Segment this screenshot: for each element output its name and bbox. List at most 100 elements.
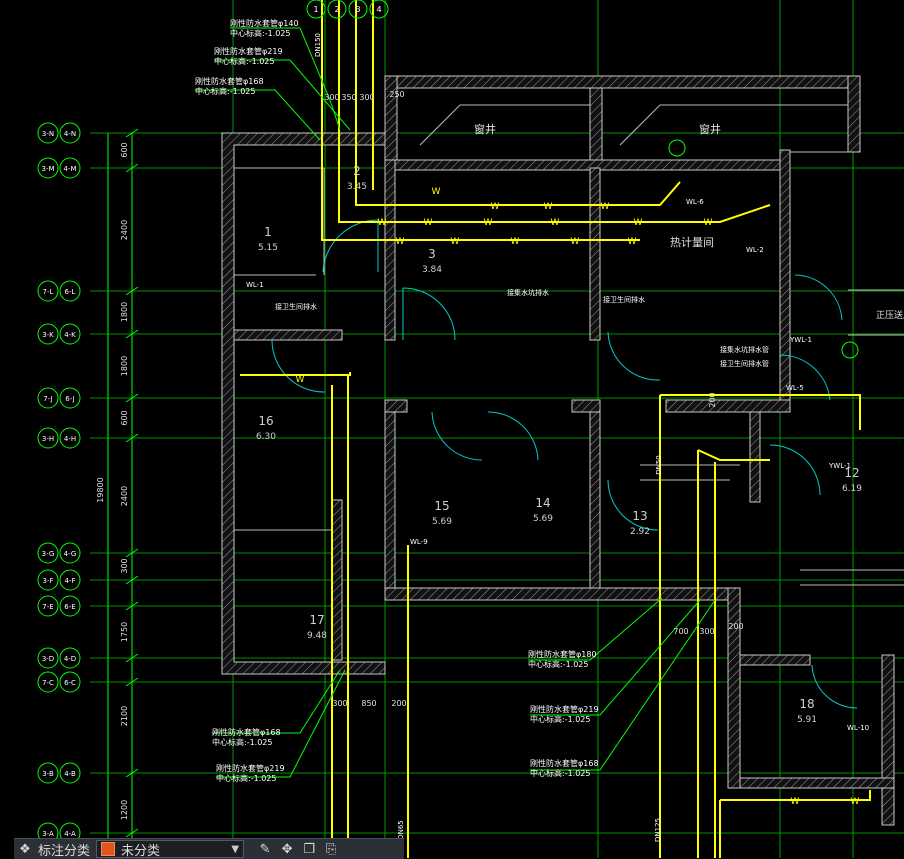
dim-text: 2400: [120, 486, 129, 506]
riser-tag-circle: [841, 341, 859, 359]
pipe-w-marker: W: [544, 202, 553, 212]
room-number: 18: [799, 697, 814, 711]
pipe-size: DN65: [397, 820, 405, 840]
axis-bubble-label: 3-B: [42, 770, 54, 778]
annotation-toolbar: ❖ 标注分类 未分类 ▼ ✎ ✥ ❐ ⎘: [14, 838, 404, 859]
axis-bubble-label: 4-K: [64, 331, 76, 339]
room-area: 3.45: [347, 182, 367, 192]
pipe-tag: YWL-1: [828, 462, 851, 470]
dim-text: 2100: [120, 706, 129, 726]
pipe-w-marker: W: [791, 797, 800, 807]
layers-icon[interactable]: ❖: [14, 839, 36, 859]
axis-bubble-label: 6-J: [65, 395, 74, 403]
category-select[interactable]: 未分类 ▼: [96, 840, 245, 859]
sleeve-note-elevation: 中心标高:-1.025: [530, 768, 590, 778]
axis-bubble-label: 6-E: [64, 603, 75, 611]
top-axis-label: 1: [313, 5, 318, 14]
sleeve-note-elevation: 中心标高:-1.025: [214, 56, 274, 66]
room-number: 2: [353, 164, 361, 178]
dim-text: 600: [120, 142, 129, 157]
sleeve-note-elevation: 中心标高:-1.025: [530, 714, 590, 724]
pipe-w-marker: W: [851, 797, 860, 807]
copy-icon[interactable]: ❐: [298, 839, 320, 859]
dim-text: 300: [120, 558, 129, 573]
room-area: 6.19: [842, 484, 862, 494]
pipe-w-marker: W: [601, 202, 610, 212]
sleeve-note: 刚性防水套管φ219: [214, 46, 283, 56]
room-number: 1: [264, 225, 272, 239]
dim-text: 200: [728, 622, 743, 631]
sleeve-note: 刚性防水套管φ168: [530, 758, 599, 768]
room-name: 热计量间: [670, 236, 714, 249]
room-number: 14: [535, 496, 550, 510]
pipe-tag: WL-9: [410, 538, 428, 546]
pipe-tag: WL-10: [847, 724, 869, 732]
room-area: 5.15: [258, 243, 278, 253]
pipe-w-marker: W: [296, 375, 305, 385]
cad-drawing[interactable]: 3-N 4-N 3-M 4-M 7-L 6-L 3-K 4-K 7-J 6-J 3-H 4-H 3-G 4…: [0, 0, 904, 858]
drawing-labels: 1 2 3 4 1 5.15 2 3.45 3 3.84 16 6.30 15 5.69 14 5.69 13 2…: [195, 0, 904, 842]
axis-bubble-label: 6-C: [64, 679, 76, 687]
dim-text: 350: [341, 93, 356, 102]
axis-bubble-label: 4-N: [64, 130, 76, 138]
sleeve-note-elevation: 中心标高:-1.025: [528, 659, 588, 669]
top-axis-label: 3: [355, 5, 360, 14]
pipe-tag: WL-6: [686, 198, 704, 206]
dim-total-text: 19800: [96, 477, 105, 502]
dim-text: 200: [391, 699, 406, 708]
axis-bubble-label: 7-J: [43, 395, 52, 403]
pipe-note: 接卫生间排水管: [720, 359, 769, 368]
pipe-w-marker: W: [571, 237, 580, 247]
room-area: 3.84: [422, 265, 442, 275]
pipe-tag: WL-5: [786, 384, 804, 392]
doors: [271, 219, 858, 709]
sleeve-note-elevation: 中心标高:-1.025: [216, 773, 276, 783]
pipe-note: 接卫生间排水: [603, 295, 645, 304]
dim-text: 300: [324, 93, 339, 102]
dim-text: 1200: [120, 800, 129, 820]
sleeve-note: 刚性防水套管φ180: [528, 649, 597, 659]
axis-bubble-label: 4-G: [64, 550, 77, 558]
move-icon[interactable]: ✥: [276, 839, 298, 859]
top-axis-label: 4: [376, 5, 381, 14]
pipe-w-marker: W: [634, 218, 643, 228]
pipe-tag: WL-1: [246, 281, 264, 289]
room-area: 6.30: [256, 432, 276, 442]
pipe-w-marker: W: [511, 237, 520, 247]
dim-text: 200: [708, 392, 717, 407]
pipe-w-marker: W: [432, 187, 441, 197]
top-axis-label: 2: [334, 5, 339, 14]
chevron-down-icon: ▼: [231, 843, 240, 855]
sleeve-note-elevation: 中心标高:-1.025: [212, 737, 272, 747]
dim-text: 2400: [120, 220, 129, 240]
pipe-size: DN125: [654, 818, 662, 842]
axis-bubbles: 3-N 4-N 3-M 4-M 7-L 6-L 3-K 4-K 7-J 6-J 3-H 4-H 3-G 4…: [37, 122, 81, 844]
pipe-w-marker: W: [491, 202, 500, 212]
sleeve-note: 刚性防水套管φ168: [212, 727, 281, 737]
room-number: 15: [434, 499, 449, 513]
pipe-tag: WL-2: [746, 246, 764, 254]
room-number: 3: [428, 247, 436, 261]
room-name: 正压送风: [876, 309, 904, 321]
dim-text: 250: [389, 90, 404, 99]
axis-bubble-label: 7-E: [42, 603, 53, 611]
pipe-note: 接卫生间排水: [275, 302, 317, 311]
pipe-note: 接集水坑排水管: [720, 345, 769, 354]
pipe-w-marker: W: [628, 237, 637, 247]
dim-text: 600: [120, 410, 129, 425]
room-area: 2.92: [630, 527, 650, 537]
room-name: 窗井: [699, 122, 721, 136]
pipe-w-marker: W: [451, 237, 460, 247]
axis-bubble-label: 4-M: [63, 165, 76, 173]
sleeve-note: 刚性防水套管φ140: [230, 18, 299, 28]
pipes: [240, 0, 871, 858]
vertical-dimension-chain: 600 2400 1800 1800 600 2400 300 1750 2100 1200 198…: [96, 128, 139, 858]
pipe-tag: YWL-1: [789, 336, 812, 344]
pipe-w-marker: W: [484, 218, 493, 228]
riser-tag-circle: [668, 139, 686, 157]
dim-text: 1800: [120, 302, 129, 322]
axis-bubble-label: 3-F: [42, 577, 53, 585]
edit-icon[interactable]: ✎: [254, 839, 276, 859]
paste-icon[interactable]: ⎘: [320, 839, 342, 859]
sleeve-note-elevation: 中心标高:-1.025: [195, 86, 255, 96]
